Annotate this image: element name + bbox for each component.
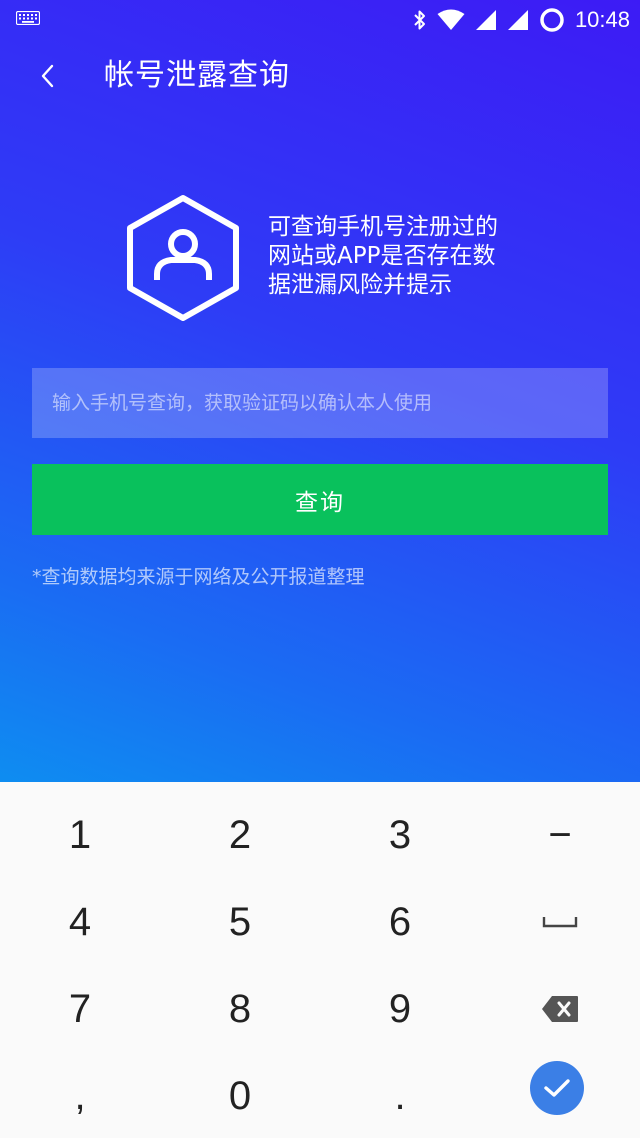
query-button[interactable]: 查询 — [32, 464, 608, 535]
space-icon — [542, 917, 578, 928]
wifi-icon — [437, 9, 465, 30]
backspace-icon — [542, 996, 578, 1022]
status-bar: 10:48 — [0, 0, 640, 40]
key-2[interactable]: 2 — [160, 791, 320, 879]
key-6[interactable]: 6 — [320, 878, 480, 966]
page-title: 帐号泄露查询 — [104, 58, 290, 93]
key-backspace[interactable] — [480, 965, 640, 1053]
hexagon-user-icon — [127, 195, 239, 321]
disclaimer-text: *查询数据均来源于网络及公开报道整理 — [32, 566, 365, 588]
key-9[interactable]: 9 — [320, 965, 480, 1053]
key-comma[interactable]: , — [0, 1052, 160, 1138]
confirm-key[interactable] — [477, 1044, 637, 1132]
key-space[interactable] — [480, 878, 640, 966]
key-8[interactable]: 8 — [160, 965, 320, 1053]
confirm-button[interactable] — [530, 1061, 584, 1115]
signal-icon — [475, 10, 496, 30]
bluetooth-icon — [414, 10, 425, 30]
keyboard-indicator-icon — [16, 11, 40, 25]
header: 帐号泄露查询 — [0, 44, 640, 108]
chevron-left-icon — [41, 64, 54, 88]
key-minus[interactable]: − — [480, 791, 640, 879]
signal-icon — [507, 10, 528, 30]
key-3[interactable]: 3 — [320, 791, 480, 879]
info-line: 可查询手机号注册过的 — [268, 214, 498, 240]
numeric-keyboard: 1 2 3 − 4 5 6 7 8 9 , 0 . — [0, 782, 640, 1138]
key-0[interactable]: 0 — [160, 1052, 320, 1138]
app-area: 10:48 帐号泄露查询 可查询手机号注册过的 网站或APP是否存在数 据泄漏风… — [0, 0, 640, 782]
back-button[interactable] — [28, 56, 68, 96]
key-1[interactable]: 1 — [0, 791, 160, 879]
screen: 10:48 帐号泄露查询 可查询手机号注册过的 网站或APP是否存在数 据泄漏风… — [0, 0, 640, 1138]
key-period[interactable]: . — [320, 1052, 480, 1138]
info-line: 据泄漏风险并提示 — [268, 272, 452, 298]
status-icons: 10:48 — [413, 0, 630, 40]
battery-ring-icon — [540, 8, 564, 32]
info-line: 网站或APP是否存在数 — [268, 243, 496, 269]
key-7[interactable]: 7 — [0, 965, 160, 1053]
info-description: 可查询手机号注册过的 网站或APP是否存在数 据泄漏风险并提示 — [268, 213, 548, 300]
check-icon — [544, 1079, 570, 1097]
phone-input[interactable] — [32, 368, 608, 438]
key-5[interactable]: 5 — [160, 878, 320, 966]
key-4[interactable]: 4 — [0, 878, 160, 966]
status-time: 10:48 — [574, 7, 630, 32]
